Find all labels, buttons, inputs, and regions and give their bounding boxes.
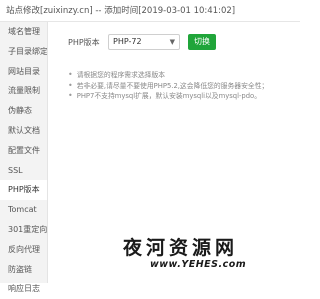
- list-item: • 请根据您的程序需求选择版本: [68, 70, 296, 81]
- php-version-label: PHP版本: [68, 37, 100, 47]
- chevron-down-icon: ▼: [169, 38, 175, 46]
- bullet-icon: •: [68, 70, 73, 79]
- sidebar-item-tomcat[interactable]: Tomcat: [0, 200, 47, 220]
- php-version-row: PHP版本 PHP-72 ▼ 切换: [68, 33, 216, 51]
- bullet-icon: •: [68, 80, 73, 90]
- php-version-selected: PHP-72: [113, 37, 142, 46]
- sidebar-item-hotlink-protection[interactable]: 防盗链: [0, 260, 47, 280]
- sidebar-item-traffic-limit[interactable]: 流量限制: [0, 81, 47, 101]
- switch-button[interactable]: 切换: [188, 34, 216, 50]
- sidebar: 域名管理 子目录绑定 网站目录 流量限制 伪静态 默认文档 配置文件 SSL P…: [0, 22, 48, 293]
- note-text: 请根据您的程序需求选择版本: [76, 71, 166, 79]
- sidebar-item-rewrite[interactable]: 伪静态: [0, 101, 47, 121]
- sidebar-item-site-directory[interactable]: 网站目录: [0, 62, 47, 82]
- bullet-icon: •: [68, 91, 73, 100]
- list-item: • 若非必要,请尽量不要使用PHP5.2,这会降低您的服务器安全性；: [68, 81, 296, 92]
- note-text: PHP7不支持mysql扩展，默认安装mysqli以及mysql-pdo。: [76, 92, 262, 100]
- note-text: 若非必要,请尽量不要使用PHP5.2,这会降低您的服务器安全性；: [76, 81, 269, 90]
- notes-list: • 请根据您的程序需求选择版本 • 若非必要,请尽量不要使用PHP5.2,这会降…: [68, 70, 296, 102]
- window-title: 站点修改[zuixinzy.cn] -- 添加时间[2019-03-01 10:…: [0, 0, 300, 22]
- sidebar-item-subdir-binding[interactable]: 子目录绑定: [0, 42, 47, 62]
- watermark-logo-text: 夜河资源网: [123, 237, 239, 259]
- watermark-url: www.YEHES.com: [150, 259, 247, 270]
- php-version-select[interactable]: PHP-72 ▼: [108, 34, 180, 50]
- sidebar-item-redirect-301[interactable]: 301重定向: [0, 220, 47, 240]
- sidebar-item-config-file[interactable]: 配置文件: [0, 141, 47, 161]
- sidebar-item-php-version[interactable]: PHP版本: [0, 180, 47, 201]
- list-item: • PHP7不支持mysql扩展，默认安装mysqli以及mysql-pdo。: [68, 91, 296, 102]
- sidebar-item-ssl[interactable]: SSL: [0, 161, 47, 181]
- sidebar-item-domain[interactable]: 域名管理: [0, 22, 47, 42]
- sidebar-item-default-doc[interactable]: 默认文档: [0, 121, 47, 141]
- sidebar-item-reverse-proxy[interactable]: 反向代理: [0, 240, 47, 260]
- sidebar-item-response-log[interactable]: 响应日志: [0, 279, 47, 299]
